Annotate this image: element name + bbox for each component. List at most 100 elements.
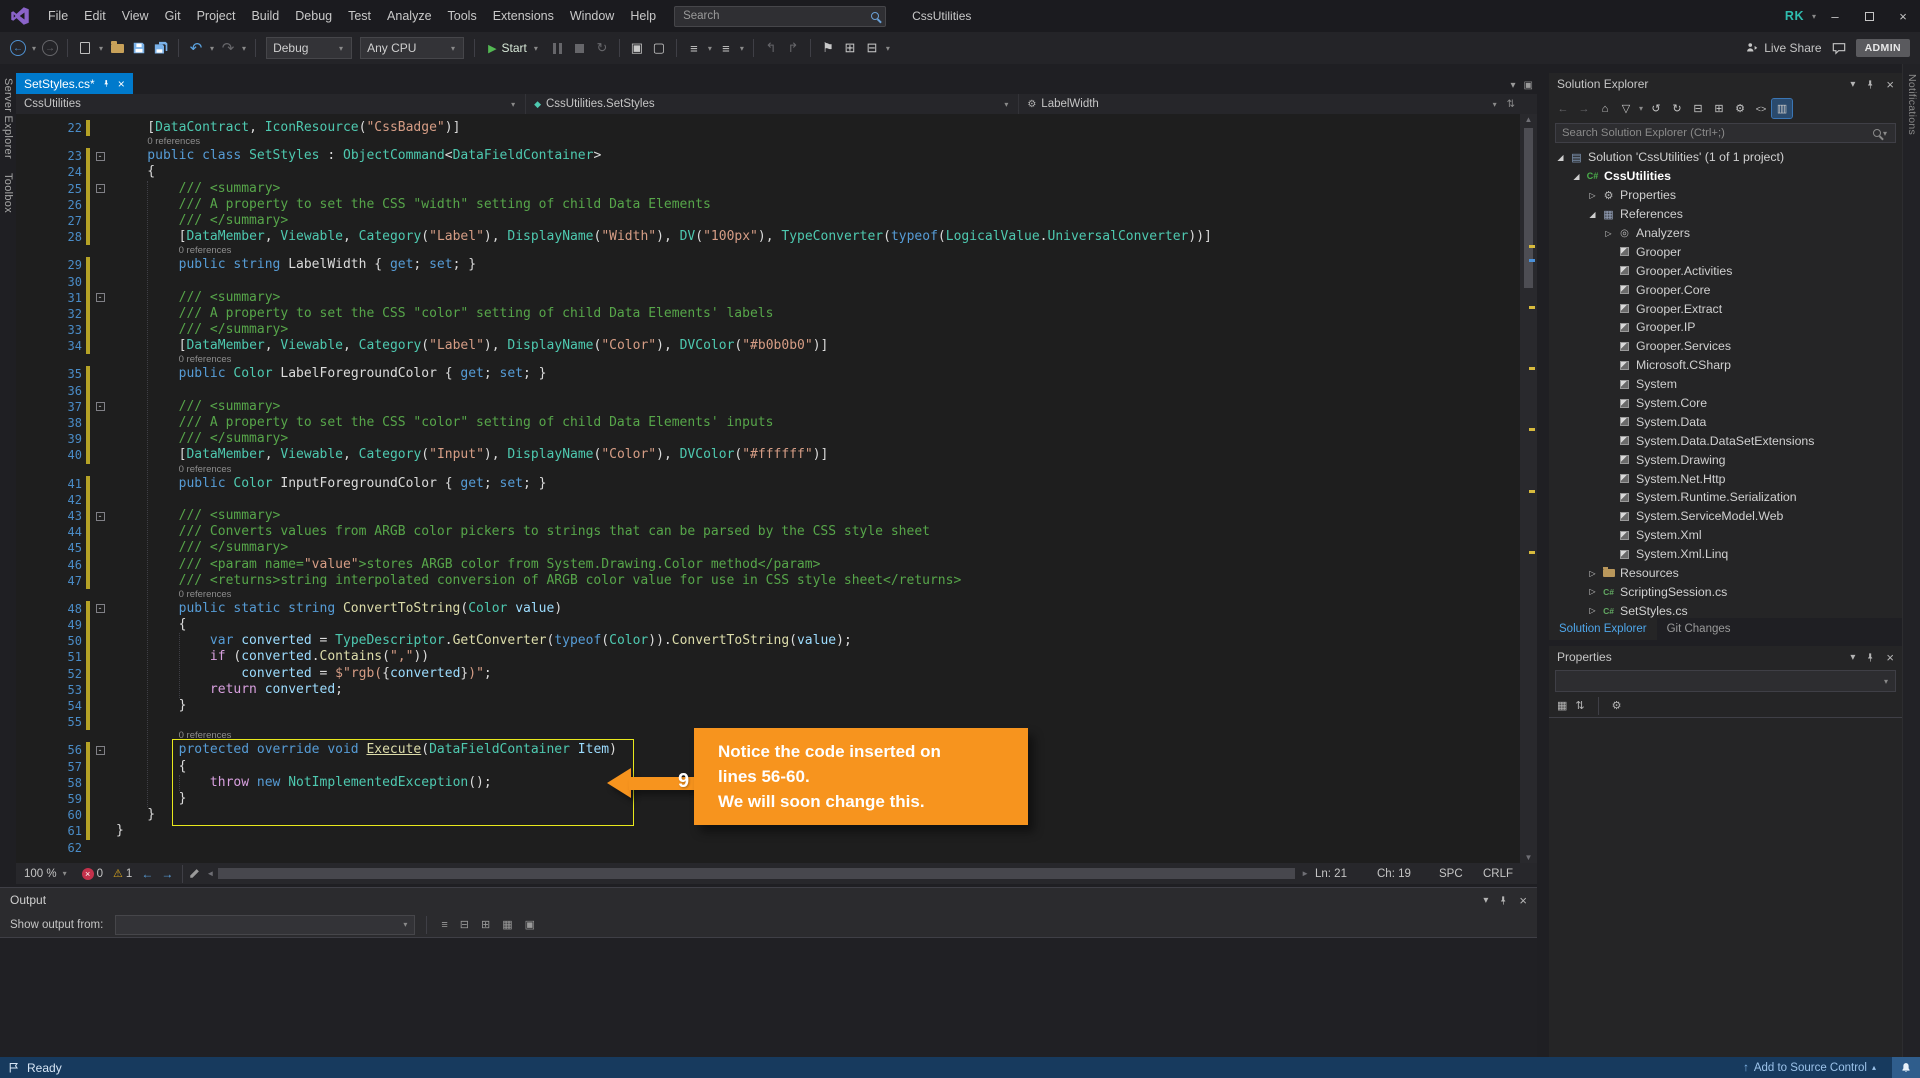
navigate-backward-icon[interactable]: ← <box>137 867 157 881</box>
collapsed-icon[interactable]: ▷ <box>1585 569 1600 578</box>
code-line-23[interactable]: 23- public class SetStyles : ObjectComma… <box>16 148 1537 164</box>
fold-column[interactable] <box>92 164 108 180</box>
breadcrumb-member[interactable]: ⚙ LabelWidth ▾ <box>1019 94 1506 114</box>
code-line-25[interactable]: 25- /// <summary> <box>16 181 1537 197</box>
fold-column[interactable] <box>92 524 108 540</box>
collapsed-icon[interactable]: ▷ <box>1585 606 1600 615</box>
step-forward-button[interactable]: ↱ <box>783 37 803 59</box>
breakpoint-gutter[interactable] <box>16 383 38 399</box>
collapsed-icon[interactable]: ▷ <box>1585 587 1600 596</box>
filter-icon[interactable]: ▽ <box>1616 99 1636 118</box>
code-line-41[interactable]: 41 public Color InputForegroundColor { g… <box>16 476 1537 492</box>
fold-column[interactable] <box>92 306 108 322</box>
collapse-all-icon[interactable]: ⊟ <box>1688 99 1708 118</box>
fold-column[interactable] <box>92 338 108 354</box>
scroll-left-icon[interactable]: ◄ <box>206 868 214 879</box>
fold-column[interactable]: - <box>92 508 108 524</box>
misc-tool-button[interactable]: ⊟ <box>862 37 882 59</box>
fold-column[interactable]: - <box>92 181 108 197</box>
fold-column[interactable] <box>92 573 108 589</box>
breakpoint-gutter[interactable] <box>16 306 38 322</box>
copy-output-icon[interactable]: ▣ <box>522 918 538 931</box>
fold-column[interactable] <box>92 274 108 290</box>
code-line-54[interactable]: 54 } <box>16 698 1537 714</box>
code-line-29[interactable]: 29 public string LabelWidth { get; set; … <box>16 257 1537 273</box>
menu-item-build[interactable]: Build <box>243 0 287 32</box>
code-line-49[interactable]: 49 { <box>16 617 1537 633</box>
stop-button[interactable] <box>570 37 590 59</box>
code-line-61[interactable]: 61} <box>16 823 1537 839</box>
minimize-button[interactable]: – <box>1818 0 1852 32</box>
fold-column[interactable] <box>92 633 108 649</box>
line-number[interactable]: 43 <box>38 508 82 524</box>
fold-column[interactable] <box>92 714 108 730</box>
tree-item-system-servicemodel-web[interactable]: System.ServiceModel.Web <box>1549 507 1902 526</box>
window-position-caret-icon[interactable]: ▾ <box>1850 652 1855 663</box>
code-line-27[interactable]: 27 /// </summary> <box>16 213 1537 229</box>
menu-item-git[interactable]: Git <box>157 0 189 32</box>
codelens-references[interactable]: 0 references <box>16 464 1537 476</box>
window-position-caret-icon[interactable]: ▾ <box>1850 79 1855 90</box>
tree-item-system-drawing[interactable]: System.Drawing <box>1549 450 1902 469</box>
tree-item-system-core[interactable]: System.Core <box>1549 394 1902 413</box>
code-line-35[interactable]: 35 public Color LabelForegroundColor { g… <box>16 366 1537 382</box>
code-line-34[interactable]: 34 [DataMember, Viewable, Category("Labe… <box>16 338 1537 354</box>
pin-icon[interactable] <box>1865 652 1876 663</box>
replace-in-files-button[interactable]: ≡ <box>716 37 736 59</box>
fold-column[interactable] <box>92 322 108 338</box>
quick-launch-button[interactable]: ▢ <box>649 37 669 59</box>
se-forward-icon[interactable]: → <box>1574 99 1594 118</box>
code-line-36[interactable]: 36 <box>16 383 1537 399</box>
scroll-right-icon[interactable]: ► <box>1301 868 1309 879</box>
menu-item-file[interactable]: File <box>40 0 76 32</box>
breakpoint-gutter[interactable] <box>16 573 38 589</box>
expanded-icon[interactable]: ◢ <box>1569 172 1584 181</box>
tree-item-system-runtime-serialization[interactable]: System.Runtime.Serialization <box>1549 488 1902 507</box>
fold-column[interactable] <box>92 229 108 245</box>
notifications-button[interactable] <box>1892 1057 1920 1078</box>
breakpoint-gutter[interactable] <box>16 524 38 540</box>
breakpoint-gutter[interactable] <box>16 840 38 856</box>
breakpoint-gutter[interactable] <box>16 492 38 508</box>
wordwrap-icon[interactable]: ⊞ <box>478 918 493 931</box>
breakpoint-gutter[interactable] <box>16 447 38 463</box>
tab-close-icon[interactable]: × <box>118 77 125 91</box>
find-in-files-button[interactable]: ≡ <box>684 37 704 59</box>
line-number[interactable]: 25 <box>38 181 82 197</box>
line-number[interactable]: 50 <box>38 633 82 649</box>
properties-icon[interactable]: ⚙ <box>1730 99 1750 118</box>
line-number[interactable]: 39 <box>38 431 82 447</box>
code-line-43[interactable]: 43- /// <summary> <box>16 508 1537 524</box>
output-header[interactable]: Output ▾ × <box>0 888 1537 912</box>
back-caret-icon[interactable]: ▾ <box>30 44 38 53</box>
line-number[interactable]: 38 <box>38 415 82 431</box>
fold-column[interactable] <box>92 617 108 633</box>
tree-item-grooper[interactable]: Grooper <box>1549 242 1902 261</box>
redo-button[interactable]: ↷ <box>218 37 238 59</box>
code-line-47[interactable]: 47 /// <returns>string interpolated conv… <box>16 573 1537 589</box>
line-number[interactable]: 24 <box>38 164 82 180</box>
fold-column[interactable] <box>92 807 108 823</box>
code-line-62[interactable]: 62 <box>16 840 1537 856</box>
breakpoint-gutter[interactable] <box>16 338 38 354</box>
fold-column[interactable] <box>92 540 108 556</box>
code-line-24[interactable]: 24 { <box>16 164 1537 180</box>
fold-column[interactable] <box>92 213 108 229</box>
line-number[interactable]: 54 <box>38 698 82 714</box>
code-line-28[interactable]: 28 [DataMember, Viewable, Category("Labe… <box>16 229 1537 245</box>
redo-caret-icon[interactable]: ▾ <box>240 44 248 53</box>
start-debugging-button[interactable]: ▶ Start ▾ <box>482 37 546 59</box>
line-number[interactable]: 35 <box>38 366 82 382</box>
line-number[interactable]: 47 <box>38 573 82 589</box>
solution-platform-dropdown[interactable]: Any CPU ▾ <box>360 37 464 59</box>
codelens-references[interactable]: 0 references <box>16 245 1537 257</box>
tree-item-system-xml[interactable]: System.Xml <box>1549 526 1902 545</box>
fold-column[interactable] <box>92 682 108 698</box>
line-number[interactable]: 27 <box>38 213 82 229</box>
collapse-region-icon[interactable]: - <box>96 293 105 302</box>
navigate-forward-button[interactable]: → <box>40 37 60 59</box>
breakpoint-gutter[interactable] <box>16 148 38 164</box>
bookmark-button[interactable]: ⚑ <box>818 37 838 59</box>
step-back-button[interactable]: ↰ <box>761 37 781 59</box>
fold-column[interactable] <box>92 823 108 839</box>
